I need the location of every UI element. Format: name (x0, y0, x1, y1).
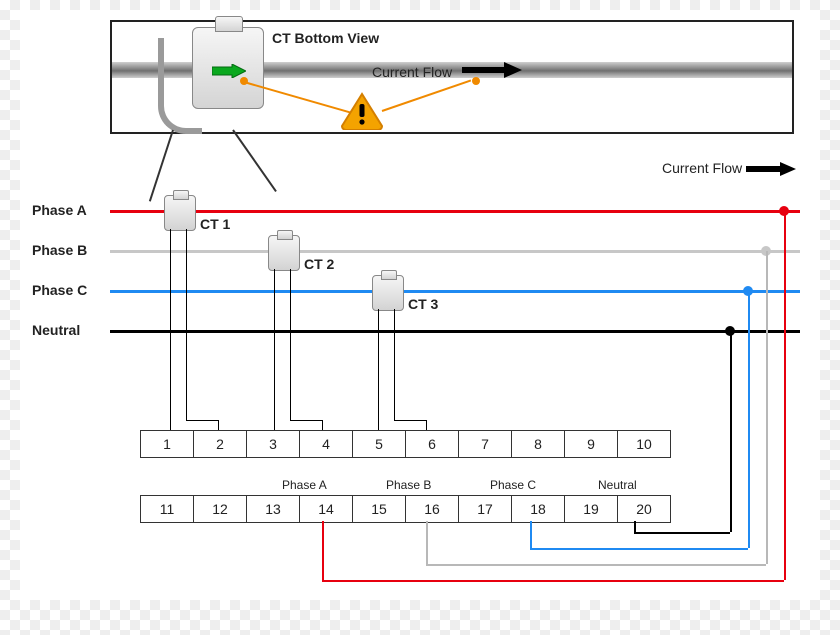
terminal-cell: 10 (618, 430, 671, 458)
terminal-label-phase-a: Phase A (282, 478, 327, 492)
phase-b-conductor: Phase B (110, 250, 800, 253)
orientation-warning-icon (340, 92, 384, 130)
voltage-wire-a (322, 521, 324, 580)
terminal-label-phase-b: Phase B (386, 478, 431, 492)
voltage-wire-c (748, 291, 750, 548)
terminal-row-bottom: 11121314151617181920 (140, 495, 671, 523)
terminal-cell: 18 (512, 495, 565, 523)
voltage-wire-a (322, 580, 784, 582)
ct-3-label: CT 3 (408, 296, 438, 312)
terminal-cell: 15 (353, 495, 406, 523)
phase-c-label: Phase C (32, 282, 87, 298)
ct-2-lead (274, 269, 275, 430)
terminal-cell: 8 (512, 430, 565, 458)
terminal-cell: 6 (406, 430, 459, 458)
phase-a-label: Phase A (32, 202, 87, 218)
ct-1-lead (170, 229, 171, 430)
terminal-cell: 13 (247, 495, 300, 523)
terminal-cell: 14 (300, 495, 353, 523)
ct-3-lead (394, 420, 426, 421)
ct-1-lead (186, 229, 187, 420)
detail-anchor-dot (472, 77, 480, 85)
ct-2-lead (322, 420, 323, 430)
detail-pointer-line (382, 79, 472, 111)
legend-flow: Current Flow (662, 160, 796, 176)
terminal-cell: 12 (194, 495, 247, 523)
voltage-wire-c (530, 548, 748, 550)
ct-3-lead (394, 309, 395, 420)
terminal-cell: 9 (565, 430, 618, 458)
voltage-wire-n (730, 331, 732, 532)
voltage-wire-a (784, 211, 786, 580)
terminal-cell: 5 (353, 430, 406, 458)
ct-2-lead (290, 420, 322, 421)
ct-3-lead (378, 309, 379, 430)
voltage-wire-n (634, 532, 730, 534)
diagram-canvas: CT Bottom View Current Flow Current Flow (20, 10, 820, 600)
phase-a-conductor: Phase A (110, 210, 800, 213)
terminal-label-neutral: Neutral (598, 478, 637, 492)
ct-1-lead (218, 420, 219, 430)
voltage-wire-b (426, 564, 766, 566)
terminal-cell: 1 (140, 430, 194, 458)
terminal-cell: 19 (565, 495, 618, 523)
terminal-label-phase-c: Phase C (490, 478, 536, 492)
voltage-wire-b (766, 251, 768, 564)
ct-2 (268, 235, 300, 271)
detail-flow-label: Current Flow (372, 64, 452, 80)
voltage-wire-c (530, 521, 532, 548)
legend-flow-label: Current Flow (662, 160, 742, 176)
terminal-cell: 20 (618, 495, 671, 523)
ct-2-label: CT 2 (304, 256, 334, 272)
voltage-wire-b (426, 521, 428, 564)
terminal-cell: 16 (406, 495, 459, 523)
callout-line (149, 130, 174, 202)
flow-arrow-icon (746, 160, 796, 176)
callout-line (232, 129, 277, 192)
terminal-cell: 2 (194, 430, 247, 458)
terminal-cell: 17 (459, 495, 512, 523)
neutral-conductor: Neutral (110, 330, 800, 333)
terminal-row-top: 12345678910 (140, 430, 671, 458)
ct-orientation-arrow-icon (212, 64, 246, 78)
ct-1-label: CT 1 (200, 216, 230, 232)
terminal-cell: 11 (140, 495, 194, 523)
ct-2-lead (290, 269, 291, 420)
detail-flow-arrow-icon (462, 62, 522, 78)
terminal-cell: 4 (300, 430, 353, 458)
terminal-cell: 3 (247, 430, 300, 458)
terminal-cell: 7 (459, 430, 512, 458)
phase-c-conductor: Phase C (110, 290, 800, 293)
ct-detail-panel: CT Bottom View Current Flow (110, 20, 794, 134)
voltage-wire-n (634, 521, 636, 532)
ct-3-lead (426, 420, 427, 430)
detail-title: CT Bottom View (272, 30, 379, 46)
phase-b-label: Phase B (32, 242, 87, 258)
ct-3 (372, 275, 404, 311)
neutral-label: Neutral (32, 322, 80, 338)
ct-1 (164, 195, 196, 231)
ct-1-lead (186, 420, 218, 421)
